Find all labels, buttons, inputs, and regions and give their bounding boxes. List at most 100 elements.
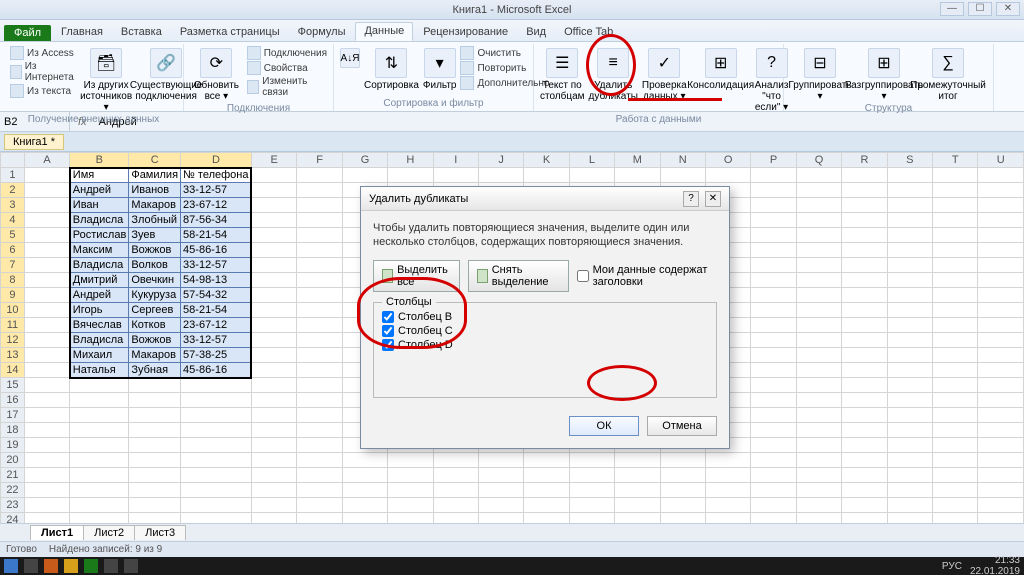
cell[interactable] [796,348,841,363]
cell[interactable] [524,168,569,183]
cell[interactable] [297,393,342,408]
cell[interactable] [251,303,296,318]
column-checkbox[interactable]: Столбец D [382,339,708,351]
cell[interactable] [978,168,1024,183]
cell[interactable] [751,438,796,453]
row-header[interactable]: 23 [1,498,25,513]
select-all-corner[interactable] [1,153,25,168]
cell[interactable]: Фамилия [129,168,181,183]
cell[interactable] [978,303,1024,318]
edit-links-button[interactable]: Изменить связи [247,76,327,98]
cell[interactable] [251,318,296,333]
cell[interactable] [887,393,932,408]
cell[interactable] [297,288,342,303]
cell[interactable] [705,453,750,468]
cell[interactable] [751,303,796,318]
cell[interactable] [660,453,705,468]
cell[interactable] [933,498,978,513]
cell[interactable] [181,468,252,483]
cell[interactable] [751,408,796,423]
cell[interactable] [129,393,181,408]
cell[interactable] [796,378,841,393]
cell[interactable] [251,243,296,258]
sheet-tab[interactable]: Лист1 [30,525,84,540]
cell[interactable] [978,183,1024,198]
cell[interactable] [933,468,978,483]
cell[interactable] [181,423,252,438]
cell[interactable] [297,498,342,513]
cell[interactable] [978,228,1024,243]
cell[interactable] [342,498,387,513]
cell[interactable] [887,288,932,303]
cell[interactable] [887,213,932,228]
cell[interactable] [751,273,796,288]
cell[interactable] [796,258,841,273]
cell[interactable] [24,393,69,408]
cell[interactable]: Ростислав [70,228,129,243]
cell[interactable] [70,498,129,513]
cell[interactable] [297,183,342,198]
minimize-button[interactable]: — [940,2,964,16]
workbook-tab[interactable]: Книга1 * [4,134,64,150]
cell[interactable] [388,483,433,498]
cell[interactable] [251,453,296,468]
cell[interactable] [24,303,69,318]
cell[interactable] [342,468,387,483]
cell[interactable] [978,213,1024,228]
cell[interactable]: Андрей [70,183,129,198]
cell[interactable] [751,498,796,513]
column-header[interactable]: A [24,153,69,168]
cell[interactable] [129,408,181,423]
cell[interactable] [933,378,978,393]
row-header[interactable]: 2 [1,183,25,198]
tray-lang[interactable]: РУС [942,561,962,572]
row-header[interactable]: 8 [1,273,25,288]
cell[interactable] [181,453,252,468]
cell[interactable] [129,378,181,393]
cell[interactable]: Владисла [70,213,129,228]
column-header[interactable]: L [569,153,614,168]
cell[interactable] [433,468,478,483]
cell[interactable] [887,243,932,258]
cell[interactable] [24,318,69,333]
cell[interactable]: Вожжов [129,243,181,258]
cell[interactable]: Дмитрий [70,273,129,288]
cell[interactable] [842,483,887,498]
cell[interactable] [751,288,796,303]
cell[interactable] [478,168,523,183]
cell[interactable]: 57-38-25 [181,348,252,363]
cell[interactable] [751,258,796,273]
column-header[interactable]: P [751,153,796,168]
cell[interactable]: Иван [70,198,129,213]
cell[interactable] [251,423,296,438]
tab-view[interactable]: Вид [518,24,554,41]
cell[interactable] [569,498,614,513]
row-header[interactable]: 17 [1,408,25,423]
taskbar-icon[interactable] [104,559,118,573]
cell[interactable] [433,453,478,468]
cell[interactable] [933,438,978,453]
cell[interactable] [70,438,129,453]
cell[interactable] [842,303,887,318]
cell[interactable] [660,468,705,483]
cell[interactable] [887,348,932,363]
cell[interactable] [978,393,1024,408]
cell[interactable] [933,183,978,198]
cell[interactable] [796,453,841,468]
group-button[interactable]: ⊟Группировать ▾ [790,46,850,102]
cancel-button[interactable]: Отмена [647,416,717,436]
cell[interactable]: Наталья [70,363,129,378]
row-header[interactable]: 20 [1,453,25,468]
cell[interactable] [569,168,614,183]
tab-data[interactable]: Данные [355,22,413,41]
row-header[interactable]: 15 [1,378,25,393]
cell[interactable] [796,168,841,183]
tab-review[interactable]: Рецензирование [415,24,516,41]
cell[interactable] [796,498,841,513]
cell[interactable]: Андрей [70,288,129,303]
cell[interactable] [297,258,342,273]
row-header[interactable]: 3 [1,198,25,213]
cell[interactable] [705,168,750,183]
select-all-button[interactable]: Выделить все [373,260,460,292]
cell[interactable] [297,168,342,183]
